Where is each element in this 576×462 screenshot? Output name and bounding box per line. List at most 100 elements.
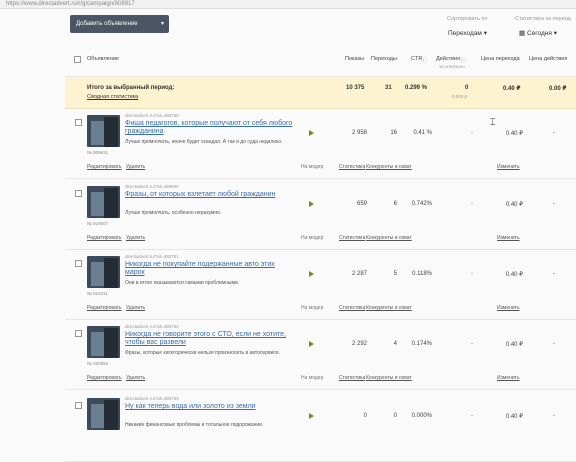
competitors-link[interactable]: Конкуренты и охват xyxy=(366,235,412,241)
play-icon[interactable] xyxy=(309,271,314,277)
ad-clicks: 5 xyxy=(393,271,397,277)
totals-row: Итого за выбранный период: Сводная стати… xyxy=(65,77,576,109)
moderation-status: На модер xyxy=(301,305,324,311)
row-checkbox[interactable] xyxy=(75,260,82,267)
moderation-status: На модер xyxy=(301,375,324,381)
add-ad-button[interactable]: Добавить объявление ▾ xyxy=(70,15,169,33)
stats-link[interactable]: Статистика xyxy=(339,235,365,241)
period-value: Сегодня xyxy=(526,30,552,37)
col-clicks[interactable]: Переходы xyxy=(371,56,397,62)
ad-thumbnail[interactable] xyxy=(87,186,120,218)
ad-thumbnail[interactable] xyxy=(87,256,120,288)
col-click-price[interactable]: Цена перехода xyxy=(481,56,520,62)
col-action-price[interactable]: Цена действия xyxy=(529,56,567,62)
ad-clicks: 6 xyxy=(393,201,397,207)
edit-link[interactable]: Редактировать xyxy=(87,164,122,170)
sort-select[interactable]: Переходам ▾ xyxy=(448,29,487,37)
ad-impressions: 659 xyxy=(356,201,367,207)
change-price-link[interactable]: Изменить xyxy=(497,164,520,170)
table-row: directadvert.ru/?id=488780 Фиша педагогов… xyxy=(65,109,576,179)
change-price-link[interactable]: Изменить xyxy=(497,305,520,311)
chevron-down-icon: ▾ xyxy=(160,21,164,27)
sort-label: Сортировать по xyxy=(447,16,488,22)
ad-title-link[interactable]: Ну как теперь вода или золото из земли xyxy=(125,403,295,411)
select-all-checkbox[interactable] xyxy=(74,56,81,63)
mouse-cursor: ⌶ xyxy=(490,117,496,127)
play-icon[interactable] xyxy=(309,413,314,419)
edit-link[interactable]: Редактировать xyxy=(87,305,122,311)
chevron-down-icon: ▾ xyxy=(483,30,487,37)
ad-action-price: - xyxy=(553,271,555,277)
ad-ctr: 0.41 % xyxy=(413,130,432,136)
summary-stats-link[interactable]: Сводная статистика xyxy=(87,94,138,100)
ad-click-price[interactable]: 0.40 ₽ xyxy=(495,130,523,137)
play-icon[interactable] xyxy=(309,341,314,347)
ad-impressions: 2 292 xyxy=(351,341,367,347)
ad-click-price[interactable]: 0.40 ₽ xyxy=(495,341,523,348)
sort-value: Переходам xyxy=(448,30,482,37)
col-impressions[interactable]: Показы xyxy=(345,56,364,62)
delete-link[interactable]: Удалить xyxy=(126,375,145,381)
competitors-link[interactable]: Конкуренты и охват xyxy=(366,164,412,170)
totals-actions: 0 xyxy=(465,85,469,91)
address-bar[interactable]: https://www.directadvert.ru/r/g/campaign… xyxy=(0,0,576,9)
delete-link[interactable]: Удалить xyxy=(126,235,145,241)
ad-action-price: - xyxy=(553,130,555,136)
ad-description: Никакие финансовые проблемы и тотальное … xyxy=(125,422,264,428)
delete-link[interactable]: Удалить xyxy=(126,305,145,311)
ad-click-price[interactable]: 0.40 ₽ xyxy=(495,271,523,278)
totals-clicks: 31 xyxy=(385,85,392,91)
ad-action-price: - xyxy=(553,341,555,347)
period-select[interactable]: ▦ Сегодня ▾ xyxy=(519,29,557,37)
ad-site: directadvert.ru/?id=488782 xyxy=(125,324,179,329)
ad-description: Они в итоге оказываются самыми проблемны… xyxy=(125,280,240,286)
play-icon[interactable] xyxy=(309,201,314,207)
ad-site: directadvert.ru/?id=488900 xyxy=(125,184,179,189)
change-price-link[interactable]: Изменить xyxy=(497,375,520,381)
ad-thumbnail[interactable] xyxy=(87,398,120,430)
ad-site: directadvert.ru/?id=488781 xyxy=(125,254,179,259)
stats-link[interactable]: Статистика xyxy=(339,164,365,170)
totals-actions-sub: 0.000 р xyxy=(452,94,468,99)
ad-site: directadvert.ru/?id=488780 xyxy=(125,113,179,118)
ad-actions: - xyxy=(471,341,473,347)
ad-thumbnail[interactable] xyxy=(87,115,120,147)
ad-title-link[interactable]: Никогда не покупайте подержанные авто эт… xyxy=(125,261,295,277)
edit-link[interactable]: Редактировать xyxy=(87,235,122,241)
ad-actions: - xyxy=(471,201,473,207)
totals-ctr: 0.299 % xyxy=(405,85,428,91)
col-actions[interactable]: Действия xyxy=(436,56,460,62)
ad-description: Фразы, которые категорически нельзя прои… xyxy=(125,350,281,356)
play-icon[interactable] xyxy=(309,130,314,136)
competitors-link[interactable]: Конкуренты и охват xyxy=(366,305,412,311)
totals-impressions: 10 375 xyxy=(346,85,365,91)
delete-link[interactable]: Удалить xyxy=(126,164,145,170)
table-row: directadvert.ru/?id=488782 Никогда не гов… xyxy=(65,320,576,390)
stats-link[interactable]: Статистика xyxy=(339,375,365,381)
ad-clicks: 16 xyxy=(390,130,397,136)
change-price-link[interactable]: Изменить xyxy=(497,235,520,241)
stats-link[interactable]: Статистика xyxy=(339,305,365,311)
ad-ctr: 0.742% xyxy=(411,201,432,207)
ad-click-price[interactable]: 0.40 ₽ xyxy=(495,413,523,420)
row-checkbox[interactable] xyxy=(75,190,82,197)
ad-title-link[interactable]: Фразы, от которых взлетает любой граждан… xyxy=(125,191,295,199)
chevron-down-icon: ▾ xyxy=(553,30,557,37)
totals-action-price: 0.00 ₽ xyxy=(549,86,567,92)
ad-ctr: 0.174% xyxy=(411,341,432,347)
ad-actions: - xyxy=(471,130,473,136)
ad-id: № 920894 xyxy=(87,361,109,366)
row-checkbox[interactable] xyxy=(75,402,82,409)
ad-title-link[interactable]: Никогда не говорите этого с СТО, если не… xyxy=(125,331,295,347)
edit-link[interactable]: Редактировать xyxy=(87,375,122,381)
ad-action-price: - xyxy=(553,201,555,207)
row-checkbox[interactable] xyxy=(75,330,82,337)
table-row: directadvert.ru/?id=488900 Фразы, от кото… xyxy=(65,180,576,250)
row-checkbox[interactable] xyxy=(75,119,82,126)
competitors-link[interactable]: Конкуренты и охват xyxy=(366,375,412,381)
ad-ctr: 0.000% xyxy=(411,413,432,419)
ad-click-price[interactable]: 0.40 ₽ xyxy=(495,201,523,208)
ad-title-link[interactable]: Фиша педагогов, которые получают от себя… xyxy=(125,120,295,136)
ad-thumbnail[interactable] xyxy=(87,326,120,358)
period-label: Статистика за период xyxy=(515,16,571,22)
